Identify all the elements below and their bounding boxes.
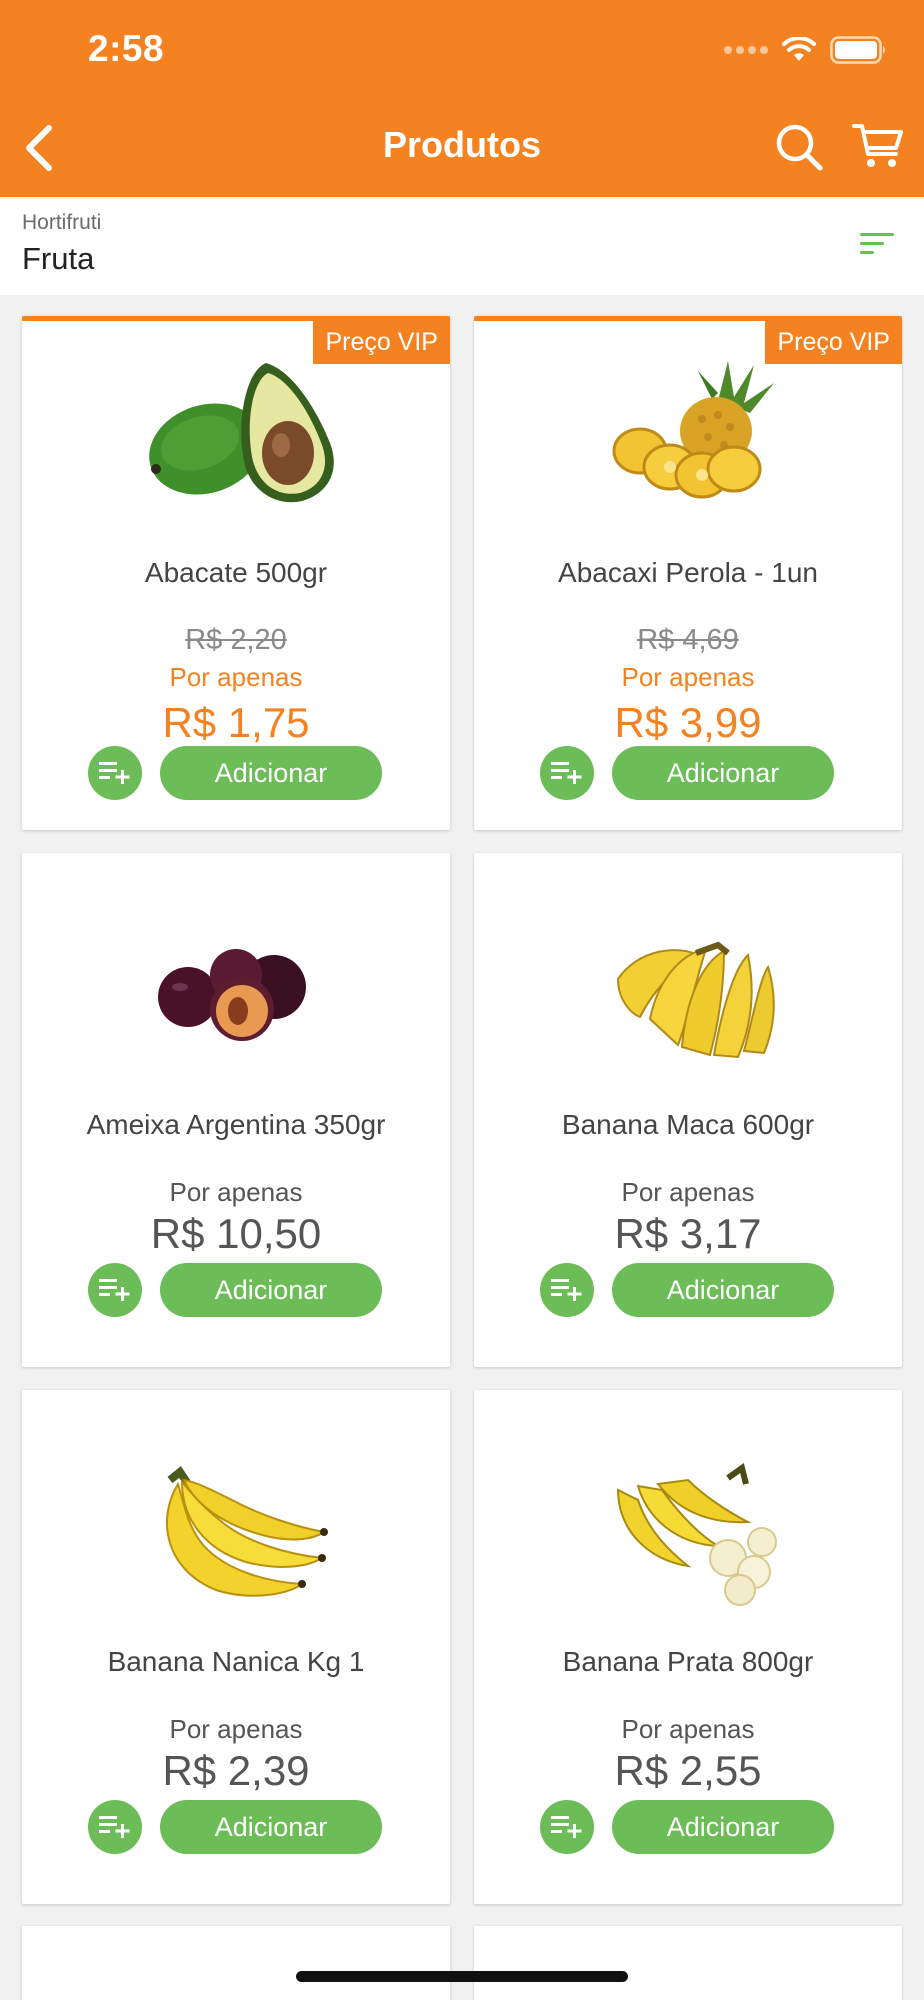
cellular-signal-icon — [724, 46, 768, 54]
home-indicator[interactable] — [296, 1971, 628, 1982]
avocado-image — [149, 363, 334, 503]
price-label: Por apenas — [169, 1714, 303, 1744]
cart-button[interactable] — [852, 120, 908, 176]
add-to-list-button[interactable] — [540, 1263, 594, 1317]
add-to-cart-button[interactable]: Adicionar — [612, 746, 834, 800]
product-card[interactable]: Banana Nanica Kg 1 Por apenas R$ 2,39 Ad… — [22, 1390, 450, 1904]
price-label: Por apenas — [621, 1177, 755, 1207]
status-icons — [724, 32, 888, 68]
banana-nanica-image — [166, 1466, 328, 1597]
product-card-partial[interactable] — [474, 1926, 902, 2000]
playlist-add-icon — [551, 762, 582, 784]
product-card[interactable]: Banana Maca 600gr Por apenas R$ 3,17 Adi… — [474, 853, 902, 1367]
playlist-add-icon — [99, 762, 130, 784]
banana-prata-image — [616, 1462, 777, 1606]
product-card[interactable]: Banana Prata 800gr Por apenas R$ 2,55 Ad… — [474, 1390, 902, 1904]
add-to-cart-button[interactable]: Adicionar — [160, 1263, 382, 1317]
price-label: Por apenas — [621, 1714, 755, 1744]
add-to-cart-button[interactable]: Adicionar — [160, 1800, 382, 1854]
banana-maca-image — [616, 941, 775, 1059]
product-grid: Preço VIP Abacate 500gr R$ 2,20 Por apen… — [22, 316, 902, 1904]
sort-button[interactable] — [858, 229, 898, 261]
product-name: Banana Maca 600gr — [561, 1109, 815, 1140]
product-price: R$ 3,17 — [614, 1210, 762, 1257]
sort-icon — [860, 233, 894, 254]
product-name: Ameixa Argentina 350gr — [86, 1109, 386, 1140]
playlist-add-icon — [551, 1279, 582, 1301]
product-card[interactable]: Ameixa Argentina 350gr Por apenas R$ 10,… — [22, 853, 450, 1367]
cart-icon — [852, 124, 903, 167]
category-current: Fruta — [22, 241, 95, 276]
add-to-cart-button[interactable]: Adicionar — [612, 1263, 834, 1317]
add-to-cart-button[interactable]: Adicionar — [612, 1800, 834, 1854]
product-price: R$ 2,39 — [162, 1747, 310, 1794]
pineapple-image — [612, 361, 774, 499]
product-card-partial[interactable] — [22, 1926, 450, 2000]
product-price: R$ 1,75 — [162, 699, 310, 746]
add-to-list-button[interactable] — [88, 746, 142, 800]
product-card[interactable]: Preço VIP Abacaxi Perola - 1un R$ 4,69 P… — [474, 316, 902, 830]
price-label: Por apenas — [169, 1177, 303, 1207]
product-price: R$ 10,50 — [150, 1210, 322, 1257]
add-to-cart-button[interactable]: Adicionar — [160, 746, 382, 800]
old-price: R$ 4,69 — [637, 624, 739, 656]
old-price: R$ 2,20 — [185, 624, 287, 656]
price-label: Por apenas — [169, 662, 303, 692]
add-to-list-button[interactable] — [88, 1263, 142, 1317]
search-icon — [776, 124, 823, 171]
product-card[interactable]: Preço VIP Abacate 500gr R$ 2,20 Por apen… — [22, 316, 450, 830]
product-name: Banana Nanica Kg 1 — [107, 1646, 365, 1677]
search-button[interactable] — [774, 122, 830, 178]
app-header: 2:58 Produtos — [0, 0, 924, 197]
category-bar: Hortifruti Fruta — [0, 197, 924, 295]
playlist-add-icon — [551, 1816, 582, 1838]
product-name: Abacate 500gr — [144, 557, 328, 588]
product-price: R$ 3,99 — [614, 699, 762, 746]
wifi-icon — [782, 37, 816, 61]
battery-icon — [830, 36, 885, 64]
add-to-list-button[interactable] — [88, 1800, 142, 1854]
add-to-list-button[interactable] — [540, 746, 594, 800]
playlist-add-icon — [99, 1279, 130, 1301]
playlist-add-icon — [99, 1816, 130, 1838]
category-parent: Hortifruti — [22, 211, 102, 234]
product-name: Banana Prata 800gr — [562, 1646, 814, 1677]
price-label: Por apenas — [621, 662, 755, 692]
plums-image — [158, 949, 306, 1041]
product-name: Abacaxi Perola - 1un — [558, 557, 818, 588]
add-to-list-button[interactable] — [540, 1800, 594, 1854]
status-time: 2:58 — [88, 28, 165, 69]
product-price: R$ 2,55 — [614, 1747, 762, 1794]
